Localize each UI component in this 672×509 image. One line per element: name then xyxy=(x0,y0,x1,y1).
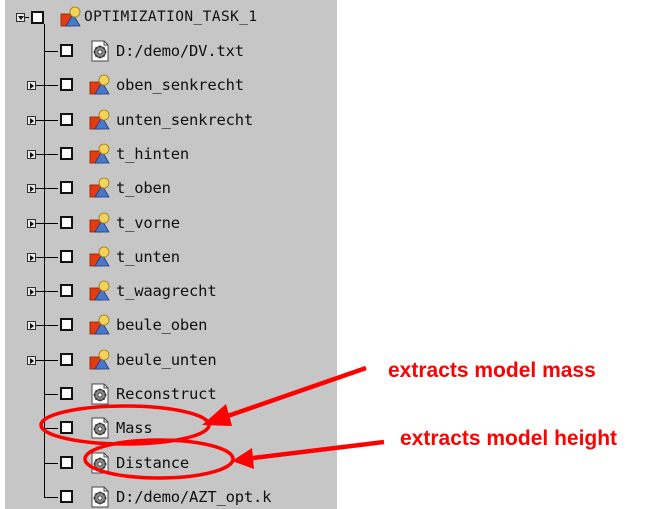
checkbox[interactable] xyxy=(60,113,73,126)
checkbox[interactable] xyxy=(60,147,73,160)
checkbox[interactable] xyxy=(60,284,73,297)
tree-connector xyxy=(44,497,58,498)
tree-root-row[interactable]: OPTIMIZATION_TASK_1 xyxy=(5,0,337,34)
task-icon xyxy=(89,280,111,302)
gear-document-icon xyxy=(89,452,111,474)
checkbox[interactable] xyxy=(60,44,73,57)
gear-document-icon xyxy=(89,417,111,439)
tree-row-t-unten[interactable]: t_unten xyxy=(5,240,337,274)
tree-item-label[interactable]: t_unten xyxy=(116,247,180,267)
expand-toggle[interactable] xyxy=(27,253,36,262)
task-icon xyxy=(89,246,111,268)
tree-connector xyxy=(25,17,29,18)
checkbox[interactable] xyxy=(60,250,73,263)
tree-row-t-waagrecht[interactable]: t_waagrecht xyxy=(5,274,337,308)
task-icon xyxy=(89,212,111,234)
tree-item-label[interactable]: Reconstruct xyxy=(116,384,217,404)
tree-item-label[interactable]: Mass xyxy=(116,418,153,438)
checkbox[interactable] xyxy=(60,353,73,366)
expand-toggle[interactable] xyxy=(27,184,36,193)
checkbox[interactable] xyxy=(60,318,73,331)
tree-row-reconstruct[interactable]: Reconstruct xyxy=(5,377,337,411)
tree-item-label[interactable]: D:/demo/DV.txt xyxy=(116,41,244,61)
callout-height: extracts model height xyxy=(400,427,618,450)
tree-item-label[interactable]: t_vorne xyxy=(116,213,180,233)
tree-root-label[interactable]: OPTIMIZATION_TASK_1 xyxy=(84,7,257,27)
task-icon xyxy=(89,143,111,165)
tree-connector xyxy=(36,360,58,361)
checkbox[interactable] xyxy=(60,421,73,434)
tree-connector xyxy=(36,120,58,121)
callout-mass: extracts model mass xyxy=(388,359,596,382)
checkbox[interactable] xyxy=(60,216,73,229)
checkbox[interactable] xyxy=(60,78,73,91)
tree-item-label[interactable]: oben_senkrecht xyxy=(116,75,244,95)
task-icon xyxy=(60,6,82,28)
tree-connector xyxy=(44,463,58,464)
tree-connector xyxy=(36,257,58,258)
tree-item-label[interactable]: t_hinten xyxy=(116,144,189,164)
expand-toggle[interactable] xyxy=(27,81,36,90)
tree-item-label[interactable]: unten_senkrecht xyxy=(116,110,253,130)
expand-toggle[interactable] xyxy=(27,356,36,365)
tree-connector xyxy=(36,85,58,86)
expand-toggle[interactable] xyxy=(27,321,36,330)
tree-item-label[interactable]: beule_oben xyxy=(116,315,208,335)
tree-row-d-demo-azt-opt-k[interactable]: D:/demo/AZT_opt.k xyxy=(5,480,337,509)
checkbox[interactable] xyxy=(60,387,73,400)
tree-panel: OPTIMIZATION_TASK_1 D:/demo/DV.txt oben_se… xyxy=(5,0,337,509)
tree-item-label[interactable]: t_waagrecht xyxy=(116,281,217,301)
tree-connector xyxy=(44,428,58,429)
gear-document-icon xyxy=(89,486,111,508)
gear-document-icon xyxy=(89,40,111,62)
tree-row-beule-oben[interactable]: beule_oben xyxy=(5,308,337,342)
model-tree: OPTIMIZATION_TASK_1 D:/demo/DV.txt oben_se… xyxy=(5,0,337,509)
tree-row-distance[interactable]: Distance xyxy=(5,446,337,480)
tree-connector xyxy=(36,325,58,326)
task-icon xyxy=(89,177,111,199)
tree-item-label[interactable]: beule_unten xyxy=(116,350,217,370)
tree-row-t-vorne[interactable]: t_vorne xyxy=(5,206,337,240)
tree-connector xyxy=(36,223,58,224)
tree-item-label[interactable]: Distance xyxy=(116,453,189,473)
tree-row-t-hinten[interactable]: t_hinten xyxy=(5,137,337,171)
task-icon xyxy=(89,109,111,131)
expand-toggle[interactable] xyxy=(27,150,36,159)
tree-row-oben-senkrecht[interactable]: oben_senkrecht xyxy=(5,68,337,102)
tree-connector xyxy=(44,394,58,395)
expand-toggle[interactable] xyxy=(27,219,36,228)
checkbox[interactable] xyxy=(60,490,73,503)
expand-toggle[interactable] xyxy=(27,116,36,125)
tree-connector xyxy=(36,291,58,292)
tree-item-label[interactable]: D:/demo/AZT_opt.k xyxy=(116,487,271,507)
task-icon xyxy=(89,349,111,371)
tree-item-label[interactable]: t_oben xyxy=(116,178,171,198)
tree-connector xyxy=(44,51,58,52)
gear-document-icon xyxy=(89,383,111,405)
checkbox[interactable] xyxy=(31,11,44,24)
expand-toggle[interactable] xyxy=(16,13,25,22)
task-icon xyxy=(89,74,111,96)
expand-toggle[interactable] xyxy=(27,287,36,296)
tree-connector xyxy=(36,188,58,189)
tree-row-unten-senkrecht[interactable]: unten_senkrecht xyxy=(5,103,337,137)
checkbox[interactable] xyxy=(60,456,73,469)
tree-row-d-demo-dv-txt[interactable]: D:/demo/DV.txt xyxy=(5,34,337,68)
checkbox[interactable] xyxy=(60,181,73,194)
tree-row-mass[interactable]: Mass xyxy=(5,411,337,445)
tree-connector xyxy=(36,154,58,155)
task-icon xyxy=(89,314,111,336)
tree-row-t-oben[interactable]: t_oben xyxy=(5,171,337,205)
tree-row-beule-unten[interactable]: beule_unten xyxy=(5,343,337,377)
